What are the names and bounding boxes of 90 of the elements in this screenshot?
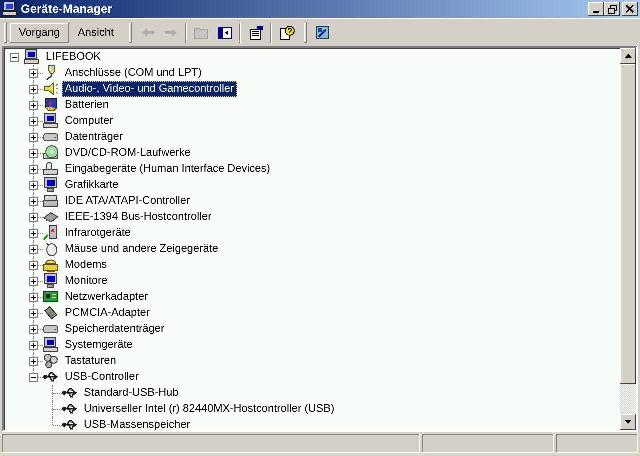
scroll-down-icon[interactable]	[624, 420, 632, 424]
tree-item[interactable]: Grafikkarte	[62, 177, 122, 193]
tree-item[interactable]: Modems	[62, 257, 110, 273]
expand-toggle[interactable]	[29, 101, 38, 110]
tree-item[interactable]: Monitore	[62, 273, 111, 289]
expand-toggle[interactable]	[29, 357, 38, 366]
expand-toggle[interactable]	[29, 325, 38, 334]
plus-icon	[29, 149, 38, 158]
computer-icon	[2, 1, 18, 17]
expand-toggle[interactable]	[29, 69, 38, 78]
tree-item[interactable]: Computer	[62, 113, 116, 129]
close-button[interactable]	[622, 2, 638, 16]
expand-toggle[interactable]	[29, 229, 38, 238]
plus-icon	[29, 229, 38, 238]
plus-icon	[29, 181, 38, 190]
tree-item[interactable]: Eingabegeräte (Human Interface Devices)	[62, 161, 274, 177]
plus-icon	[29, 325, 38, 334]
tree-item[interactable]: Audio-, Video- und Gamecontroller	[62, 81, 238, 97]
disc-drive-icon	[43, 145, 59, 161]
expand-toggle[interactable]	[29, 133, 38, 142]
plus-icon	[29, 293, 38, 302]
window-title: Geräte-Manager	[21, 2, 114, 16]
expand-toggle[interactable]	[29, 213, 38, 222]
plus-icon	[29, 245, 38, 254]
plus-icon	[29, 357, 38, 366]
expand-toggle[interactable]	[10, 53, 19, 62]
menu-button[interactable]: Ansicht	[68, 22, 124, 42]
expand-toggle[interactable]	[29, 197, 38, 206]
plus-icon	[29, 261, 38, 270]
scrollbar[interactable]	[620, 48, 636, 430]
tree-item[interactable]: Netzwerkadapter	[62, 289, 152, 305]
expand-toggle[interactable]	[29, 181, 38, 190]
tree-item[interactable]: Datenträger	[62, 129, 126, 145]
computer-icon	[43, 337, 59, 353]
controller-icon	[43, 193, 59, 209]
plus-icon	[29, 101, 38, 110]
computer-icon	[24, 49, 40, 65]
gears-icon	[43, 353, 59, 369]
plus-icon	[29, 165, 38, 174]
tree-item[interactable]: Systemgeräte	[62, 337, 136, 353]
tree-item[interactable]: PCMCIA-Adapter	[62, 305, 153, 321]
expand-toggle[interactable]	[29, 341, 38, 350]
expand-toggle[interactable]	[29, 373, 38, 382]
plus-icon	[29, 117, 38, 126]
tree-item[interactable]: IEEE-1394 Bus-Hostcontroller	[62, 209, 215, 225]
tree-item[interactable]: Tastaturen	[62, 353, 120, 369]
monitor-icon	[43, 177, 59, 193]
tree-item[interactable]: Standard-USB-Hub	[81, 385, 182, 401]
expand-toggle[interactable]	[29, 309, 38, 318]
keyboard-icon	[43, 161, 59, 177]
restore-button[interactable]	[604, 2, 620, 16]
modem-icon	[43, 257, 59, 273]
tree-item[interactable]: Batterien	[62, 97, 112, 113]
tree-item[interactable]: IDE ATA/ATAPI-Controller	[62, 193, 194, 209]
plus-icon	[29, 69, 38, 78]
restore-icon	[608, 4, 616, 14]
tree-item[interactable]: Anschlüsse (COM und LPT)	[62, 65, 205, 81]
tree-item[interactable]: Infrarotgeräte	[62, 225, 134, 241]
tree-item[interactable]: USB-Massenspeicher	[81, 417, 194, 430]
plus-icon	[29, 133, 38, 142]
plus-icon	[29, 197, 38, 206]
expand-toggle[interactable]	[29, 277, 38, 286]
expand-toggle[interactable]	[29, 117, 38, 126]
monitor-icon	[43, 273, 59, 289]
plus-icon	[29, 277, 38, 286]
plus-icon	[29, 309, 38, 318]
infrared-icon	[43, 225, 59, 241]
scroll-up-icon[interactable]	[624, 54, 632, 58]
plus-icon	[29, 85, 38, 94]
expand-toggle[interactable]	[29, 165, 38, 174]
tree-item[interactable]: LIFEBOOK	[43, 49, 104, 65]
tree-item[interactable]: Mäuse und andere Zeigegeräte	[62, 241, 222, 257]
computer-icon	[43, 113, 59, 129]
expand-toggle[interactable]	[29, 149, 38, 158]
minimize-button[interactable]	[588, 2, 604, 16]
tree-item[interactable]: DVD/CD-ROM-Laufwerke	[62, 145, 194, 161]
battery-icon	[43, 97, 59, 113]
tree-item[interactable]: Speicherdatenträger	[62, 321, 168, 337]
expand-toggle[interactable]	[29, 293, 38, 302]
tree-item[interactable]: USB-Controller	[62, 369, 142, 385]
expand-toggle[interactable]	[29, 261, 38, 270]
plus-icon	[29, 213, 38, 222]
tree-item[interactable]: Universeller Intel (r) 82440MX-Hostcontroller (USB)	[81, 401, 338, 417]
close-icon	[626, 5, 634, 13]
card-icon	[43, 305, 59, 321]
network-card-icon	[43, 289, 59, 305]
plus-icon	[29, 341, 38, 350]
expand-toggle[interactable]	[29, 245, 38, 254]
menu-button[interactable]: Vorgang	[10, 22, 69, 42]
expand-toggle[interactable]	[29, 85, 38, 94]
